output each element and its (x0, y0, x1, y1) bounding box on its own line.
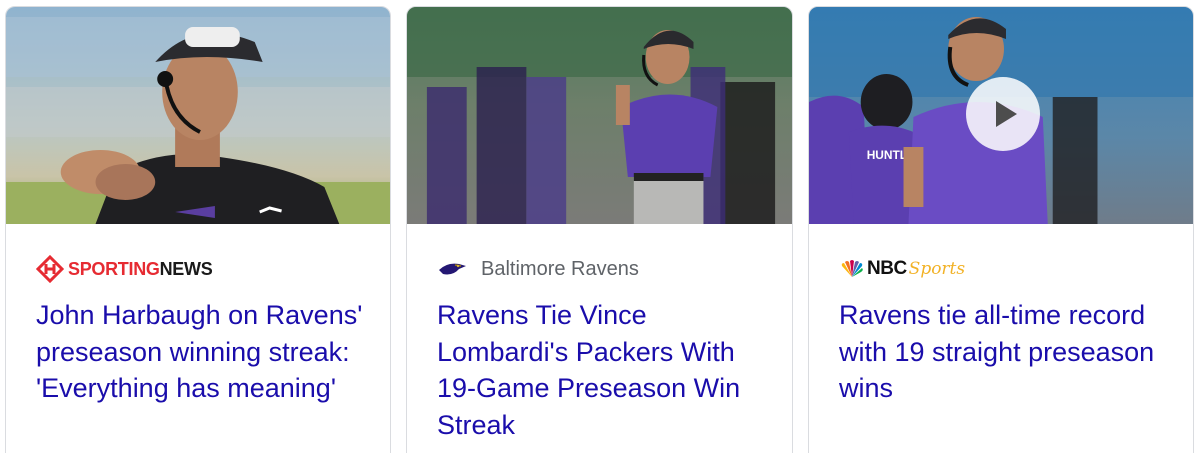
source-logo-text-1: NBC (867, 258, 907, 279)
article-thumbnail[interactable] (6, 7, 390, 224)
source-logo-text-2: NEWS (159, 258, 213, 279)
sporting-news-logo: SPORTING NEWS (36, 255, 213, 283)
source-logo-text-2: Sports (908, 259, 966, 279)
video-play-button[interactable] (966, 77, 1040, 151)
source-name: Baltimore Ravens (481, 257, 639, 280)
news-card[interactable]: SPORTING NEWS John Harbaugh on Ravens' pr… (5, 6, 391, 453)
article-source: SPORTING NEWS (36, 255, 213, 283)
coach-clapping-photo (6, 7, 390, 224)
news-card[interactable]: HUNTLY NBC Sports Ravens tie all-time re… (808, 6, 1194, 453)
article-thumbnail[interactable] (407, 7, 792, 224)
article-source: Baltimore Ravens (437, 256, 639, 282)
news-card[interactable]: Baltimore Ravens Ravens Tie Vince Lombar… (406, 6, 793, 453)
coach-sideline-photo (407, 7, 792, 224)
article-thumbnail[interactable]: HUNTLY (809, 7, 1193, 224)
sporting-news-icon (36, 255, 64, 283)
article-headline[interactable]: Ravens Tie Vince Lombardi's Packers With… (437, 297, 777, 443)
nbc-sports-logo: NBC Sports (839, 258, 965, 280)
nbc-peacock-icon (841, 260, 863, 277)
article-headline[interactable]: Ravens tie all-time record with 19 strai… (839, 297, 1179, 407)
news-carousel: SPORTING NEWS John Harbaugh on Ravens' pr… (0, 0, 1200, 453)
source-logo-text-1: SPORTING (68, 258, 160, 279)
article-headline[interactable]: John Harbaugh on Ravens' preseason winni… (36, 297, 376, 407)
article-source: NBC Sports (839, 256, 965, 282)
ravens-bird-icon (439, 263, 466, 275)
play-icon (995, 101, 1017, 127)
